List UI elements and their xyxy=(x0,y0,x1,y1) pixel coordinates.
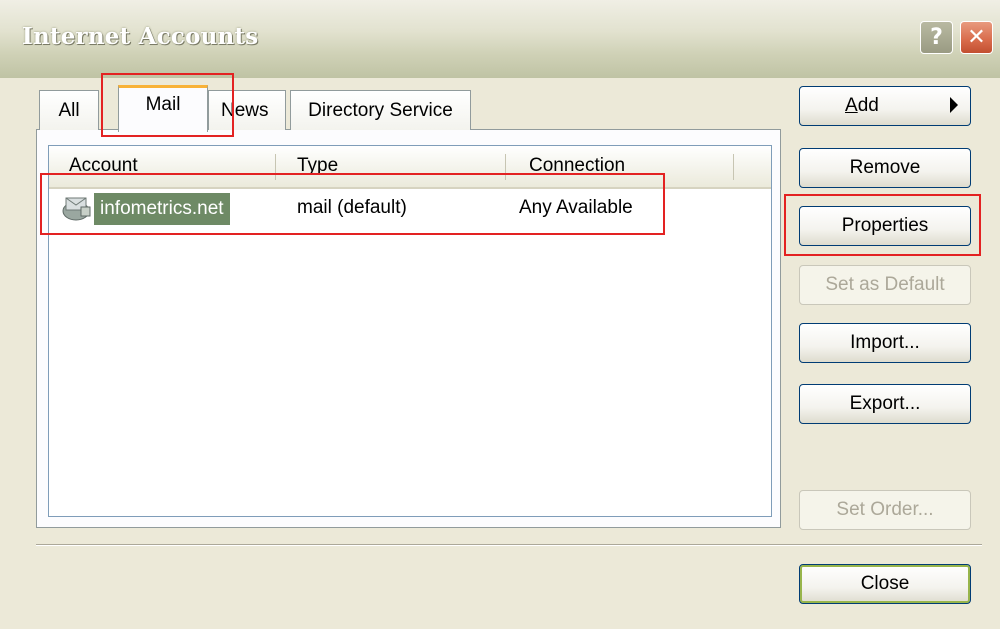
accounts-list[interactable]: Account Type Connection infometrics.net … xyxy=(48,145,772,517)
separator-line xyxy=(36,544,982,546)
add-button[interactable]: Add xyxy=(799,86,971,126)
triangle-right-icon xyxy=(950,97,958,113)
help-icon: ? xyxy=(930,25,943,50)
list-item[interactable]: infometrics.net mail (default) Any Avail… xyxy=(49,190,771,228)
close-button[interactable]: Close xyxy=(799,564,971,604)
internet-accounts-dialog: Internet Accounts ? ✕ All News Directory… xyxy=(0,0,1000,629)
column-header-type[interactable]: Type xyxy=(297,155,338,177)
tab-directory-service[interactable]: Directory Service xyxy=(290,90,471,130)
tab-news-label: News xyxy=(221,99,269,121)
add-button-label: Add xyxy=(845,95,879,116)
tab-directory-service-label: Directory Service xyxy=(308,99,453,121)
help-button[interactable]: ? xyxy=(920,21,953,54)
add-mnemonic: A xyxy=(845,95,858,116)
window-title: Internet Accounts xyxy=(22,23,259,50)
remove-button[interactable]: Remove xyxy=(799,148,971,188)
set-as-default-button[interactable]: Set as Default xyxy=(799,265,971,305)
tab-mail[interactable]: Mail xyxy=(118,85,208,132)
set-order-button[interactable]: Set Order... xyxy=(799,490,971,530)
column-divider[interactable] xyxy=(733,154,734,180)
window-close-button[interactable]: ✕ xyxy=(960,21,993,54)
tab-news[interactable]: News xyxy=(208,90,286,130)
account-type: mail (default) xyxy=(297,197,407,218)
properties-button[interactable]: Properties xyxy=(799,206,971,246)
tab-mail-label: Mail xyxy=(145,94,181,115)
close-icon: ✕ xyxy=(967,25,986,50)
list-header: Account Type Connection xyxy=(49,146,771,189)
column-divider[interactable] xyxy=(275,154,276,180)
column-header-account[interactable]: Account xyxy=(69,155,138,177)
mail-account-icon xyxy=(62,197,91,221)
title-bar[interactable]: Internet Accounts ? ✕ xyxy=(0,0,1000,78)
export-button[interactable]: Export... xyxy=(799,384,971,424)
column-header-connection[interactable]: Connection xyxy=(529,155,625,177)
import-button[interactable]: Import... xyxy=(799,323,971,363)
column-divider[interactable] xyxy=(505,154,506,180)
tab-all[interactable]: All xyxy=(39,90,99,130)
account-name[interactable]: infometrics.net xyxy=(94,193,230,225)
tab-all-label: All xyxy=(58,99,80,121)
account-connection: Any Available xyxy=(519,197,633,218)
